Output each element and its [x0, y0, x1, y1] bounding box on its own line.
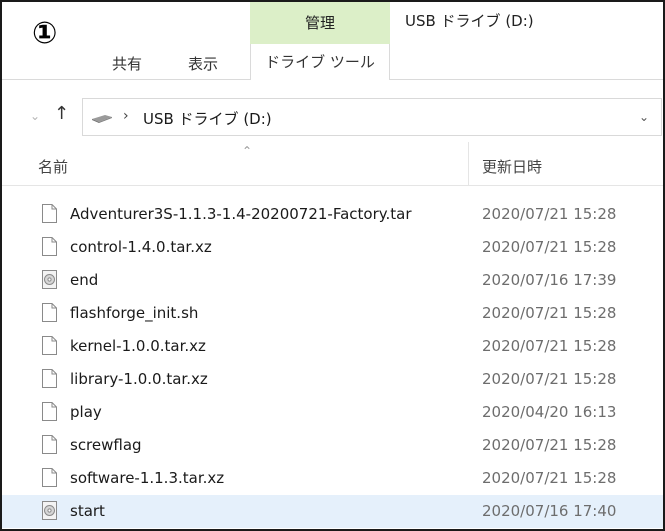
file-name: control-1.4.0.tar.xz — [70, 238, 212, 256]
tab-view[interactable]: 表示 — [188, 50, 218, 78]
document-icon — [42, 468, 57, 487]
file-date-modified: 2020/04/20 16:13 — [482, 403, 617, 421]
file-name: flashforge_init.sh — [70, 304, 199, 322]
file-name: start — [70, 502, 105, 520]
document-icon — [42, 204, 57, 223]
file-date-modified: 2020/07/21 15:28 — [482, 469, 617, 487]
address-row: ⌄ ↑ › USB ドライブ (D:) ⌄ — [2, 94, 663, 138]
file-row[interactable]: end 2020/07/16 17:39 — [2, 264, 663, 297]
file-row[interactable]: software-1.1.3.tar.xz 2020/07/21 15:28 — [2, 462, 663, 495]
file-row[interactable]: control-1.4.0.tar.xz 2020/07/21 15:28 — [2, 231, 663, 264]
file-name: play — [70, 403, 102, 421]
tab-drive-tools[interactable]: ドライブ ツール — [250, 44, 390, 80]
file-row[interactable]: Adventurer3S-1.1.3-1.4-20200721-Factory.… — [2, 198, 663, 231]
step-marker: ① — [32, 16, 58, 51]
file-list: Adventurer3S-1.1.3-1.4-20200721-Factory.… — [2, 198, 663, 528]
address-bar[interactable]: › USB ドライブ (D:) ⌄ — [82, 98, 662, 136]
file-name: library-1.0.0.tar.xz — [70, 370, 208, 388]
usb-drive-icon — [92, 115, 112, 123]
file-date-modified: 2020/07/16 17:39 — [482, 271, 617, 289]
file-date-modified: 2020/07/21 15:28 — [482, 337, 617, 355]
file-date-modified: 2020/07/21 15:28 — [482, 238, 617, 256]
file-row[interactable]: screwflag 2020/07/21 15:28 — [2, 429, 663, 462]
file-date-modified: 2020/07/21 15:28 — [482, 370, 617, 388]
file-row[interactable]: play 2020/04/20 16:13 — [2, 396, 663, 429]
file-row[interactable]: flashforge_init.sh 2020/07/21 15:28 — [2, 297, 663, 330]
document-icon — [42, 435, 57, 454]
file-name: software-1.1.3.tar.xz — [70, 469, 225, 487]
document-icon — [42, 369, 57, 388]
document-icon — [42, 402, 57, 421]
breadcrumb-separator-icon[interactable]: › — [123, 108, 129, 124]
file-row[interactable]: kernel-1.0.0.tar.xz 2020/07/21 15:28 — [2, 330, 663, 363]
recent-locations-chevron-icon[interactable]: ⌄ — [30, 109, 40, 123]
file-date-modified: 2020/07/16 17:40 — [482, 502, 617, 520]
column-header: 名前 ⌃ 更新日時 — [2, 142, 663, 186]
tab-manage[interactable]: 管理 — [250, 2, 390, 44]
sort-ascending-icon: ⌃ — [242, 144, 253, 158]
file-name: kernel-1.0.0.tar.xz — [70, 337, 206, 355]
file-date-modified: 2020/07/21 15:28 — [482, 304, 617, 322]
file-date-modified: 2020/07/21 15:28 — [482, 436, 617, 454]
disc-image-icon — [42, 270, 57, 289]
document-icon — [42, 303, 57, 322]
file-row[interactable]: start 2020/07/16 17:40 — [2, 495, 663, 528]
file-row[interactable]: library-1.0.0.tar.xz 2020/07/21 15:28 — [2, 363, 663, 396]
tab-share[interactable]: 共有 — [112, 50, 142, 78]
window-title: USB ドライブ (D:) — [405, 12, 534, 30]
file-date-modified: 2020/07/21 15:28 — [482, 205, 617, 223]
ribbon: ① 管理 USB ドライブ (D:) 共有 表示 ドライブ ツール — [2, 2, 663, 80]
explorer-window: ① 管理 USB ドライブ (D:) 共有 表示 ドライブ ツール ⌄ ↑ › … — [0, 0, 665, 531]
column-header-date-modified[interactable]: 更新日時 — [482, 156, 542, 177]
address-dropdown-chevron-icon[interactable]: ⌄ — [639, 110, 649, 124]
file-name: end — [70, 271, 99, 289]
column-divider[interactable] — [468, 142, 469, 186]
file-name: Adventurer3S-1.1.3-1.4-20200721-Factory.… — [70, 205, 412, 223]
column-header-name[interactable]: 名前 — [38, 156, 68, 177]
file-name: screwflag — [70, 436, 142, 454]
breadcrumb-drive[interactable]: USB ドライブ (D:) — [143, 108, 272, 129]
up-arrow-icon[interactable]: ↑ — [54, 103, 69, 124]
document-icon — [42, 336, 57, 355]
document-icon — [42, 237, 57, 256]
disc-image-icon — [42, 501, 57, 520]
